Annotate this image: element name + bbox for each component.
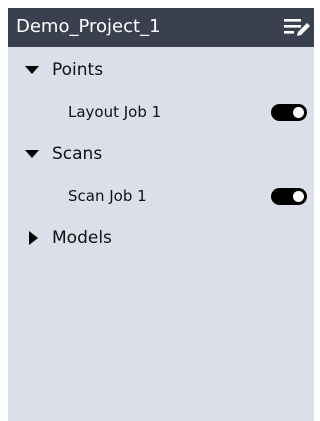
caret-down-icon[interactable] <box>25 63 39 77</box>
tree-item-label: Layout Job 1 <box>68 103 162 121</box>
tree-item-scan-job-1[interactable]: Scan Job 1 <box>8 181 314 211</box>
project-title: Demo_Project_1 <box>16 16 161 37</box>
caret-down-icon[interactable] <box>25 147 39 161</box>
visibility-toggle-layout-job-1[interactable] <box>271 104 307 121</box>
tree-group-scans[interactable]: Scans <box>8 139 314 169</box>
edit-list-button[interactable] <box>280 12 314 42</box>
visibility-toggle-scan-job-1[interactable] <box>271 188 307 205</box>
tree-group-points[interactable]: Points <box>8 55 314 85</box>
tree-group-label-models: Models <box>52 228 112 248</box>
project-panel: Demo_Project_1 Points Layout Job 1 Scans <box>8 8 314 421</box>
project-header: Demo_Project_1 <box>8 8 314 47</box>
tree-item-label: Scan Job 1 <box>68 187 147 205</box>
toggle-knob <box>293 107 304 118</box>
toggle-knob <box>293 191 304 202</box>
edit-list-icon <box>284 19 310 36</box>
tree-group-models[interactable]: Models <box>8 223 314 253</box>
tree-item-layout-job-1[interactable]: Layout Job 1 <box>8 97 314 127</box>
tree-group-label-scans: Scans <box>52 144 103 164</box>
caret-right-icon[interactable] <box>27 231 41 245</box>
tree-group-label-points: Points <box>52 60 104 80</box>
